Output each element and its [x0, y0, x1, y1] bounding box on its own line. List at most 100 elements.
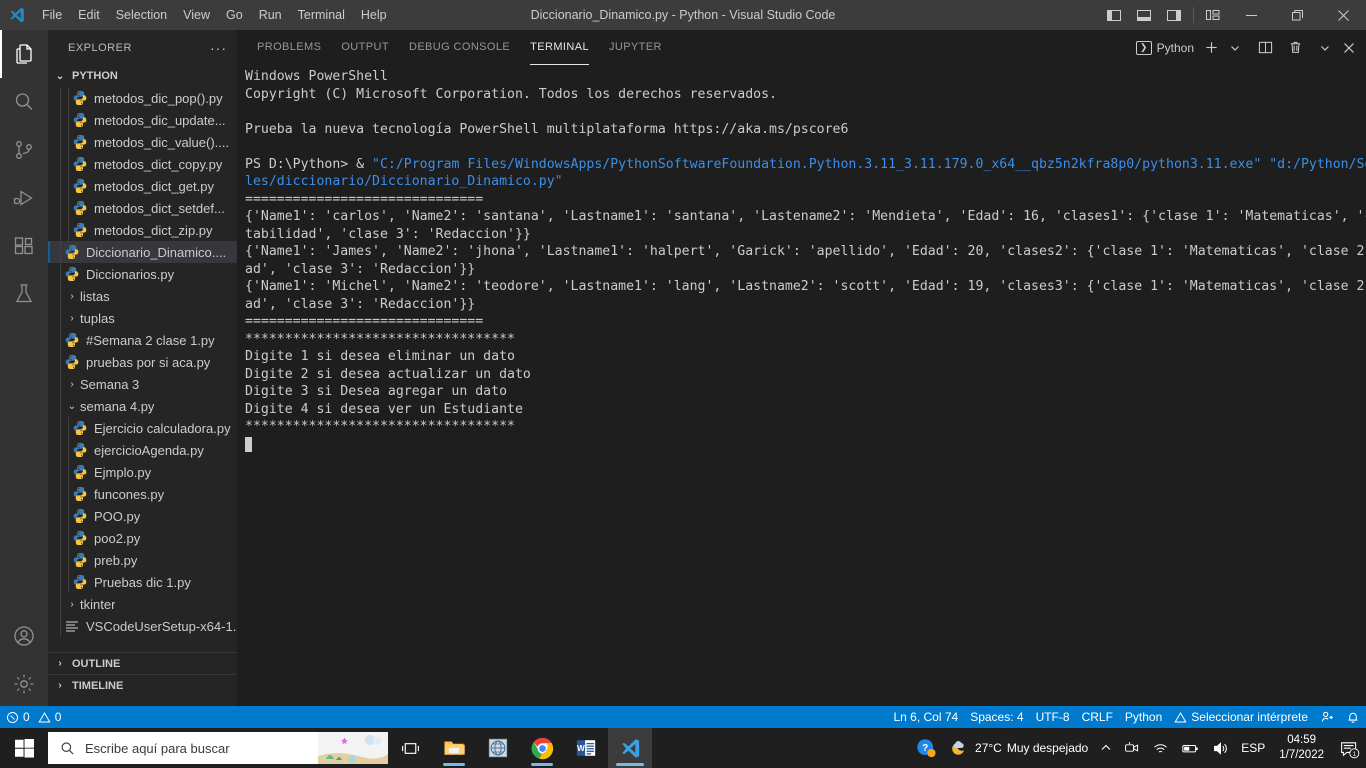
activity-accounts-icon[interactable]	[0, 612, 48, 660]
file-explorer-icon[interactable]	[432, 728, 476, 768]
tree-file-row[interactable]: preb.py	[48, 549, 237, 571]
menu-selection[interactable]: Selection	[108, 0, 175, 30]
close-panel-icon[interactable]	[1338, 37, 1360, 59]
tree-file-row[interactable]: VSCodeUserSetup-x64-1....	[48, 615, 237, 637]
tree-file-row[interactable]: Ejmplo.py	[48, 461, 237, 483]
terminal-output[interactable]: Windows PowerShell Copyright (C) Microsof…	[245, 68, 1366, 708]
status-live-share-icon[interactable]	[1314, 706, 1340, 728]
panel-views-dropdown-icon[interactable]	[1314, 37, 1336, 59]
meet-now-icon[interactable]	[1118, 728, 1146, 768]
google-chrome-icon[interactable]	[520, 728, 564, 768]
panel-tab-bar: PROBLEMS OUTPUT DEBUG CONSOLE TERMINAL J…	[237, 30, 1366, 65]
new-terminal-dropdown-icon[interactable]	[1224, 37, 1246, 59]
menu-run[interactable]: Run	[251, 0, 290, 30]
activity-explorer-icon[interactable]	[0, 30, 48, 78]
tree-file-row[interactable]: ejercicioAgenda.py	[48, 439, 237, 461]
taskbar-search-input[interactable]: Escribe aquí para buscar	[48, 732, 388, 764]
tab-jupyter[interactable]: JUPYTER	[609, 30, 662, 65]
activity-search-icon[interactable]	[0, 78, 48, 126]
menu-edit[interactable]: Edit	[70, 0, 108, 30]
tree-file-row[interactable]: Pruebas dic 1.py	[48, 571, 237, 593]
window-close-button[interactable]	[1320, 0, 1366, 30]
new-terminal-icon[interactable]	[1200, 37, 1222, 59]
status-language-mode[interactable]: Python	[1119, 706, 1168, 728]
network-globe-icon[interactable]	[476, 728, 520, 768]
notification-center-icon[interactable]: 1	[1332, 728, 1366, 768]
task-view-icon[interactable]	[388, 728, 432, 768]
activity-run-debug-icon[interactable]	[0, 174, 48, 222]
kill-terminal-trash-icon[interactable]	[1284, 37, 1306, 59]
taskbar-search-placeholder: Escribe aquí para buscar	[85, 740, 230, 756]
status-eol[interactable]: CRLF	[1076, 706, 1119, 728]
indent-guide	[60, 241, 61, 263]
tree-file-row[interactable]: pruebas por si aca.py	[48, 351, 237, 373]
sidebar-more-actions-icon[interactable]: ···	[210, 40, 227, 56]
outline-section[interactable]: › OUTLINE	[48, 652, 237, 674]
customize-layout-icon[interactable]	[1198, 0, 1228, 30]
tree-file-row[interactable]: #Semana 2 clase 1.py	[48, 329, 237, 351]
tree-file-row[interactable]: metodos_dic_value()....	[48, 131, 237, 153]
status-problems[interactable]: 0 0	[0, 706, 67, 728]
status-notifications-bell-icon[interactable]	[1340, 706, 1366, 728]
visual-studio-code-icon[interactable]	[608, 728, 652, 768]
timeline-section[interactable]: › TIMELINE	[48, 674, 237, 696]
menu-view[interactable]: View	[175, 0, 218, 30]
python-file-icon	[64, 266, 86, 282]
microsoft-word-icon[interactable]: W	[564, 728, 608, 768]
activity-source-control-icon[interactable]	[0, 126, 48, 174]
tree-folder-row[interactable]: › listas	[48, 285, 237, 307]
menu-go[interactable]: Go	[218, 0, 251, 30]
tree-file-row[interactable]: metodos_dict_get.py	[48, 175, 237, 197]
status-error-count: 0	[23, 710, 30, 724]
menu-terminal[interactable]: Terminal	[290, 0, 353, 30]
tree-folder-row[interactable]: › tuplas	[48, 307, 237, 329]
activity-testing-icon[interactable]	[0, 270, 48, 318]
network-wifi-icon[interactable]	[1146, 728, 1175, 768]
tab-problems[interactable]: PROBLEMS	[257, 30, 321, 65]
weather-widget[interactable]: 27°C Muy despejado	[942, 728, 1094, 768]
tree-file-row[interactable]: metodos_dict_setdef...	[48, 197, 237, 219]
status-interpreter[interactable]: Seleccionar intérprete	[1168, 706, 1314, 728]
toggle-panel-icon[interactable]	[1129, 0, 1159, 30]
toggle-primary-sidebar-icon[interactable]	[1099, 0, 1129, 30]
taskbar-clock[interactable]: 04:59 1/7/2022	[1271, 728, 1332, 768]
tree-file-row[interactable]: Diccionario_Dinamico....	[48, 241, 237, 263]
status-interpreter-label: Seleccionar intérprete	[1191, 710, 1308, 724]
tree-file-row[interactable]: metodos_dict_copy.py	[48, 153, 237, 175]
tree-file-row[interactable]: Ejercicio calculadora.py	[48, 417, 237, 439]
status-encoding[interactable]: UTF-8	[1030, 706, 1076, 728]
help-icon[interactable]: ?	[910, 728, 942, 768]
tree-file-row[interactable]: metodos_dic_pop().py	[48, 87, 237, 109]
menu-help[interactable]: Help	[353, 0, 395, 30]
window-restore-button[interactable]	[1274, 0, 1320, 30]
tree-folder-row[interactable]: › Semana 3	[48, 373, 237, 395]
tree-file-row[interactable]: metodos_dict_zip.py	[48, 219, 237, 241]
tree-folder-row[interactable]: ⌄ semana 4.py	[48, 395, 237, 417]
show-hidden-icons-chevron-icon[interactable]	[1094, 728, 1118, 768]
volume-icon[interactable]	[1206, 728, 1235, 768]
tree-file-row[interactable]: POO.py	[48, 505, 237, 527]
activity-extensions-icon[interactable]	[0, 222, 48, 270]
tab-output[interactable]: OUTPUT	[341, 30, 389, 65]
tree-file-row[interactable]: metodos_dic_update...	[48, 109, 237, 131]
language-indicator[interactable]: ESP	[1235, 728, 1271, 768]
activity-settings-gear-icon[interactable]	[0, 660, 48, 708]
activity-bar	[0, 30, 48, 708]
battery-icon[interactable]	[1175, 728, 1206, 768]
tree-folder-row[interactable]: › tkinter	[48, 593, 237, 615]
folder-section-python[interactable]: ⌄ PYTHON	[48, 65, 237, 87]
split-terminal-icon[interactable]	[1254, 37, 1276, 59]
status-indentation[interactable]: Spaces: 4	[964, 706, 1029, 728]
tab-terminal[interactable]: TERMINAL	[530, 30, 589, 65]
tree-file-row[interactable]: funcones.py	[48, 483, 237, 505]
toggle-secondary-sidebar-icon[interactable]	[1159, 0, 1189, 30]
status-cursor-position[interactable]: Ln 6, Col 74	[887, 706, 964, 728]
start-button-icon[interactable]	[0, 728, 48, 768]
menu-file[interactable]: File	[34, 8, 70, 22]
tree-file-row[interactable]: poo2.py	[48, 527, 237, 549]
tree-file-row[interactable]: Diccionarios.py	[48, 263, 237, 285]
terminal-shell-selector[interactable]: ❯ Python	[1132, 37, 1198, 59]
tab-debug-console[interactable]: DEBUG CONSOLE	[409, 30, 510, 65]
notification-count: 1	[1352, 750, 1356, 757]
window-minimize-button[interactable]	[1228, 0, 1274, 30]
